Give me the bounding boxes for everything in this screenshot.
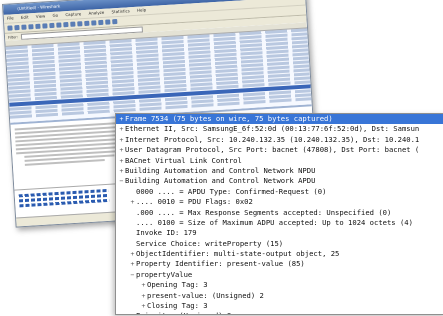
- find-icon[interactable]: [77, 21, 83, 27]
- interfaces-icon[interactable]: [7, 25, 13, 31]
- collapse-icon[interactable]: −: [118, 176, 125, 186]
- filter-label: Filter:: [7, 34, 18, 40]
- tree-row[interactable]: − Building Automation and Control Network…: [116, 176, 443, 186]
- tree-row-label: Ethernet II, Src: SamsungE_6f:52:0d (00:…: [125, 124, 420, 134]
- tree-row-label: Priority: (Unsigned) 8: [136, 311, 231, 314]
- tree-row[interactable]: + Ethernet II, Src: SamsungE_6f:52:0d (00…: [116, 124, 443, 134]
- menu-go[interactable]: Go: [52, 13, 58, 18]
- save-icon[interactable]: [49, 22, 55, 29]
- back-icon[interactable]: [84, 20, 90, 27]
- tree-row[interactable]: + present-value: (Unsigned) 2: [116, 291, 443, 301]
- tree-row[interactable]: + Property Identifier: present-value (85): [116, 259, 443, 269]
- expand-icon[interactable]: +: [118, 156, 125, 166]
- zoom-in-icon[interactable]: [105, 19, 111, 25]
- start-capture-icon[interactable]: [21, 24, 27, 30]
- open-icon[interactable]: [42, 23, 48, 29]
- tree-row[interactable]: .000 .... = Max Response Segments accept…: [116, 208, 443, 218]
- tree-row-label: propertyValue: [136, 269, 193, 279]
- tree-row-label: Frame 7534 (75 bytes on wire, 75 bytes c…: [125, 114, 333, 123]
- close-file-icon[interactable]: [56, 22, 62, 28]
- tree-row-label: Building Automation and Control Network …: [125, 165, 316, 175]
- tree-row[interactable]: + ObjectIdentifier: multi-state-output ob…: [116, 249, 443, 259]
- tree-row-label: Opening Tag: 3: [147, 280, 208, 290]
- tree-row[interactable]: + User Datagram Protocol, Src Port: bacne…: [116, 145, 443, 155]
- print-icon[interactable]: [70, 21, 76, 27]
- go-to-icon[interactable]: [98, 19, 104, 26]
- menu-analyze[interactable]: Analyze: [88, 10, 104, 16]
- tree-row-label: .... 0010 = PDU Flags: 0x02: [136, 197, 253, 207]
- menu-statistics[interactable]: Statistics: [111, 8, 130, 14]
- menu-file[interactable]: File: [7, 15, 14, 20]
- tree-row[interactable]: + Frame 7534 (75 bytes on wire, 75 bytes …: [116, 114, 443, 125]
- tree-row[interactable]: Service Choice: writeProperty (15): [116, 239, 443, 249]
- expand-icon[interactable]: +: [129, 197, 136, 207]
- tree-row-label: User Datagram Protocol, Src Port: bacnet…: [125, 145, 420, 155]
- tree-row[interactable]: + Building Automation and Control Network…: [116, 166, 443, 176]
- tree-row-label: 0000 .... = APDU Type: Confirmed-Request…: [136, 186, 327, 196]
- tree-row-label: .000 .... = Max Response Segments accept…: [136, 207, 392, 217]
- tree-row[interactable]: + Internet Protocol, Src: 10.240.132.35 (…: [116, 135, 443, 145]
- tree-row-label: Service Choice: writeProperty (15): [136, 238, 284, 248]
- stop-capture-icon[interactable]: [28, 24, 34, 30]
- expand-icon[interactable]: +: [118, 145, 125, 155]
- options-icon[interactable]: [14, 24, 20, 31]
- tree-row[interactable]: + Opening Tag: 3: [116, 280, 443, 290]
- tree-row-label: BACnet Virtual Link Control: [125, 155, 242, 165]
- expand-icon[interactable]: +: [129, 311, 136, 314]
- expand-icon[interactable]: +: [118, 114, 125, 124]
- tree-row[interactable]: − propertyValue: [116, 270, 443, 280]
- tree-row[interactable]: +Priority: (Unsigned) 8: [116, 311, 443, 314]
- tree-row-label: Property Identifier: present-value (85): [136, 259, 305, 269]
- packet-details-zoomed[interactable]: + Frame 7534 (75 bytes on wire, 75 bytes …: [115, 113, 443, 315]
- tree-row-label: Internet Protocol, Src: 10.240.132.35 (1…: [125, 134, 420, 144]
- tree-row[interactable]: Invoke ID: 179: [116, 228, 443, 238]
- expand-icon[interactable]: +: [140, 291, 147, 301]
- tree-row[interactable]: 0000 .... = APDU Type: Confirmed-Request…: [116, 187, 443, 197]
- window-title: (Untitled) - Wireshark: [17, 3, 61, 12]
- reload-icon[interactable]: [63, 21, 69, 28]
- expand-icon[interactable]: +: [140, 280, 147, 290]
- expand-icon[interactable]: +: [118, 166, 125, 176]
- tree-row-label: Building Automation and Control Network …: [125, 176, 316, 186]
- tree-row-label: present-value: (Unsigned) 2: [147, 290, 264, 300]
- tree-row[interactable]: +.... 0010 = PDU Flags: 0x02: [116, 197, 443, 207]
- tree-row[interactable]: + Closing Tag: 3: [116, 301, 443, 311]
- tree-row[interactable]: .... 0100 = Size of Maximum ADPU accepte…: [116, 218, 443, 228]
- tree-row-label: Invoke ID: 179: [136, 228, 197, 238]
- menu-help[interactable]: Help: [137, 7, 146, 13]
- tree-row-label: ObjectIdentifier: multi-state-output obj…: [136, 249, 340, 259]
- expand-icon[interactable]: +: [129, 249, 136, 259]
- tree-row-label: .... 0100 = Size of Maximum ADPU accepte…: [136, 217, 413, 227]
- menu-capture[interactable]: Capture: [65, 11, 81, 17]
- zoom-out-icon[interactable]: [112, 18, 118, 25]
- menu-edit[interactable]: Edit: [21, 14, 29, 19]
- tree-row[interactable]: + BACnet Virtual Link Control: [116, 156, 443, 166]
- restart-icon[interactable]: [35, 23, 41, 29]
- expand-icon[interactable]: +: [118, 135, 125, 145]
- expand-icon[interactable]: +: [140, 301, 147, 311]
- tree-row-label: Closing Tag: 3: [147, 301, 208, 311]
- forward-icon[interactable]: [91, 20, 97, 26]
- collapse-icon[interactable]: −: [129, 270, 136, 280]
- expand-icon[interactable]: +: [118, 124, 125, 134]
- menu-view[interactable]: View: [36, 13, 46, 19]
- expand-icon[interactable]: +: [129, 259, 136, 269]
